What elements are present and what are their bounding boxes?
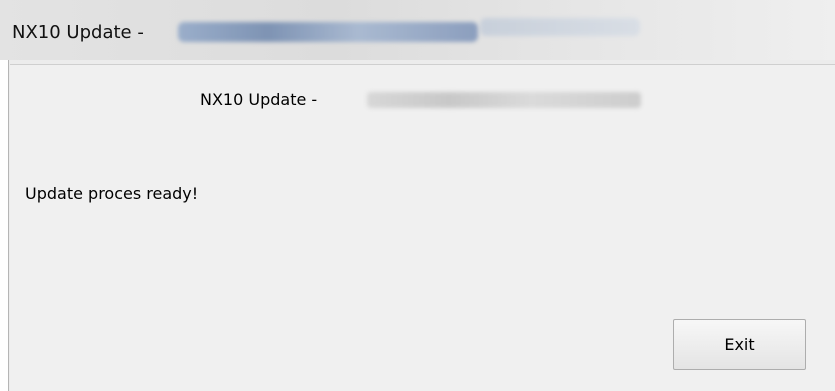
title-bar[interactable]: NX10 Update - (0, 0, 835, 60)
exit-button[interactable]: Exit (673, 319, 806, 370)
status-message: Update proces ready! (25, 184, 199, 203)
dialog-header: NX10 Update - (200, 90, 318, 109)
redacted-title-text (178, 22, 478, 42)
redacted-title-text-extra (480, 18, 640, 36)
update-dialog-window: NX10 Update - NX10 Update - Update proce… (0, 0, 835, 391)
window-left-border-line (8, 60, 9, 391)
window-title: NX10 Update - (12, 22, 144, 43)
redacted-header-text (367, 92, 641, 108)
